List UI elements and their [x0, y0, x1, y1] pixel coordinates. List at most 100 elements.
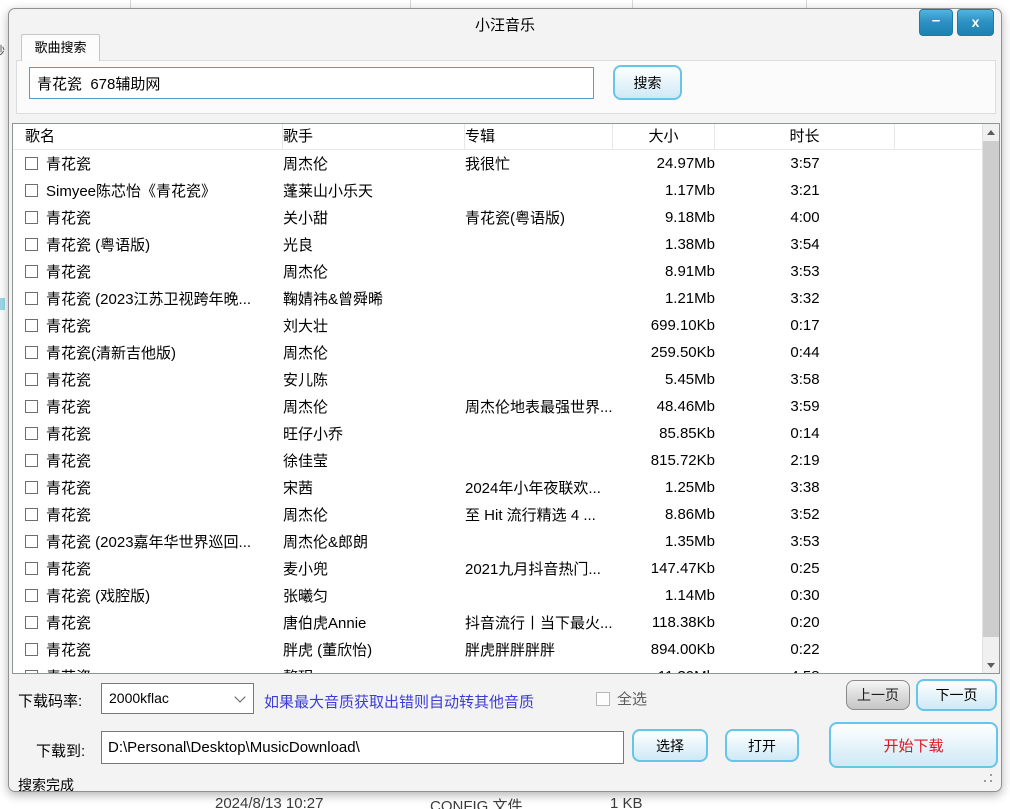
table-row[interactable]: 青花瓷宋茜2024年小年夜联欢...1.25Mb3:38: [13, 474, 982, 501]
table-row[interactable]: 青花瓷周杰伦周杰伦地表最强世界...48.46Mb3:59: [13, 393, 982, 420]
row-checkbox[interactable]: [25, 589, 38, 602]
table-row[interactable]: Simyee陈芯怡《青花瓷》蓬莱山小乐天1.17Mb3:21: [13, 177, 982, 204]
scrollbar-thumb[interactable]: [983, 141, 1000, 637]
song-name: 青花瓷 (2023嘉年华世界巡回...: [46, 531, 251, 552]
table-row[interactable]: 青花瓷周杰伦我很忙24.97Mb3:57: [13, 150, 982, 177]
song-singer: 安儿陈: [283, 369, 465, 390]
table-row[interactable]: 青花瓷徐佳莹815.72Kb2:19: [13, 447, 982, 474]
song-name: 青花瓷: [46, 504, 91, 525]
column-header-size[interactable]: 大小: [613, 124, 715, 149]
song-size: 8.86Mb: [613, 506, 715, 523]
song-size: 1.38Mb: [613, 236, 715, 253]
search-button[interactable]: 搜索: [613, 65, 682, 100]
start-download-button[interactable]: 开始下载: [829, 722, 998, 768]
song-album: 至 Hit 流行精选 4 ...: [465, 504, 613, 525]
table-row[interactable]: 青花瓷胖虎 (董欣怡)胖虎胖胖胖胖894.00Kb0:22: [13, 636, 982, 663]
minimize-button[interactable]: –: [919, 9, 953, 36]
song-size: 48.46Mb: [613, 398, 715, 415]
table-row[interactable]: 青花瓷麦小兜2021九月抖音热门...147.47Kb0:25: [13, 555, 982, 582]
table-row[interactable]: 青花瓷周杰伦8.91Mb3:53: [13, 258, 982, 285]
column-header-duration[interactable]: 时长: [715, 124, 895, 149]
table-row[interactable]: 青花瓷刘大壮699.10Kb0:17: [13, 312, 982, 339]
table-rows: 青花瓷周杰伦我很忙24.97Mb3:57Simyee陈芯怡《青花瓷》蓬莱山小乐天…: [13, 150, 982, 673]
row-checkbox[interactable]: [25, 319, 38, 332]
row-checkbox[interactable]: [25, 454, 38, 467]
song-singer: 鏊玥: [283, 666, 465, 673]
column-header-name[interactable]: 歌名: [13, 124, 283, 149]
search-input[interactable]: [29, 67, 594, 99]
song-size: 85.85Kb: [613, 425, 715, 442]
bitrate-select[interactable]: 2000kflac: [101, 683, 254, 714]
song-duration: 0:22: [715, 641, 895, 658]
song-duration: 3:58: [715, 371, 895, 388]
select-all-checkbox[interactable]: 全选: [596, 688, 647, 709]
song-name: 青花瓷: [46, 450, 91, 471]
row-checkbox[interactable]: [25, 508, 38, 521]
row-checkbox[interactable]: [25, 562, 38, 575]
scroll-up-button[interactable]: [983, 124, 1000, 141]
row-checkbox[interactable]: [25, 400, 38, 413]
song-duration: 0:17: [715, 317, 895, 334]
download-to-label: 下载到:: [36, 740, 85, 761]
row-checkbox[interactable]: [25, 238, 38, 251]
minimize-icon: –: [932, 12, 940, 29]
song-singer: 关小甜: [283, 207, 465, 228]
scroll-down-button[interactable]: [983, 656, 1000, 673]
prev-page-button[interactable]: 上一页: [846, 680, 910, 710]
table-row[interactable]: 青花瓷周杰伦至 Hit 流行精选 4 ...8.86Mb3:52: [13, 501, 982, 528]
table-row[interactable]: 青花瓷关小甜青花瓷(粤语版)9.18Mb4:00: [13, 204, 982, 231]
song-singer: 蓬莱山小乐天: [283, 180, 465, 201]
status-text: 搜索完成: [18, 775, 74, 795]
song-name: 青花瓷: [46, 612, 91, 633]
song-size: 1.21Mb: [613, 290, 715, 307]
row-checkbox[interactable]: [25, 265, 38, 278]
song-duration: 3:38: [715, 479, 895, 496]
song-singer: 宋茜: [283, 477, 465, 498]
row-checkbox[interactable]: [25, 616, 38, 629]
song-duration: 0:44: [715, 344, 895, 361]
row-checkbox[interactable]: [25, 211, 38, 224]
table-row[interactable]: 青花瓷旺仔小乔85.85Kb0:14: [13, 420, 982, 447]
tab-song-search[interactable]: 歌曲搜索: [21, 34, 100, 61]
row-checkbox[interactable]: [25, 292, 38, 305]
song-duration: 3:53: [715, 263, 895, 280]
table-row[interactable]: 青花瓷 (2023江苏卫视跨年晚...鞠婧祎&曾舜晞1.21Mb3:32: [13, 285, 982, 312]
song-duration: 3:53: [715, 533, 895, 550]
song-size: 815.72Kb: [613, 452, 715, 469]
app-window: 小汪音乐 – x 歌曲搜索 搜索 歌名 歌手 专辑 大小 时长 青花瓷周杰伦我很…: [8, 8, 1002, 792]
table-row[interactable]: 青花瓷 (戏腔版)张曦匀1.14Mb0:30: [13, 582, 982, 609]
row-checkbox[interactable]: [25, 184, 38, 197]
row-checkbox[interactable]: [25, 157, 38, 170]
row-checkbox[interactable]: [25, 535, 38, 548]
row-checkbox[interactable]: [25, 481, 38, 494]
row-checkbox[interactable]: [25, 427, 38, 440]
vertical-scrollbar[interactable]: [982, 124, 999, 673]
open-folder-button[interactable]: 打开: [725, 729, 799, 762]
column-header-singer[interactable]: 歌手: [283, 124, 465, 149]
table-row[interactable]: 青花瓷鏊玥11.39Mb4:58: [13, 663, 982, 673]
row-checkbox[interactable]: [25, 643, 38, 656]
song-size: 118.38Kb: [613, 614, 715, 631]
table-row[interactable]: 青花瓷安儿陈5.45Mb3:58: [13, 366, 982, 393]
row-checkbox[interactable]: [25, 670, 38, 673]
song-singer: 周杰伦&郎朗: [283, 531, 465, 552]
song-size: 24.97Mb: [613, 155, 715, 172]
row-checkbox[interactable]: [25, 346, 38, 359]
song-name: 青花瓷 (2023江苏卫视跨年晚...: [46, 288, 251, 309]
close-button[interactable]: x: [957, 9, 994, 36]
next-page-button[interactable]: 下一页: [916, 679, 997, 711]
song-album: 周杰伦地表最强世界...: [465, 396, 613, 417]
background-text-fragment: e: [0, 635, 6, 649]
quality-hint-text: 如果最大音质获取出错则自动转其他音质: [264, 691, 534, 712]
table-row[interactable]: 青花瓷 (粤语版)光良1.38Mb3:54: [13, 231, 982, 258]
row-checkbox[interactable]: [25, 373, 38, 386]
resize-grip[interactable]: [990, 780, 992, 782]
download-path-input[interactable]: [101, 731, 624, 764]
song-name: 青花瓷: [46, 558, 91, 579]
table-row[interactable]: 青花瓷 (2023嘉年华世界巡回...周杰伦&郎朗1.35Mb3:53: [13, 528, 982, 555]
choose-folder-button[interactable]: 选择: [632, 729, 708, 762]
table-row[interactable]: 青花瓷(清新吉他版)周杰伦259.50Kb0:44: [13, 339, 982, 366]
table-row[interactable]: 青花瓷唐伯虎Annie抖音流行丨当下最火...118.38Kb0:20: [13, 609, 982, 636]
song-duration: 2:19: [715, 452, 895, 469]
column-header-album[interactable]: 专辑: [465, 124, 613, 149]
